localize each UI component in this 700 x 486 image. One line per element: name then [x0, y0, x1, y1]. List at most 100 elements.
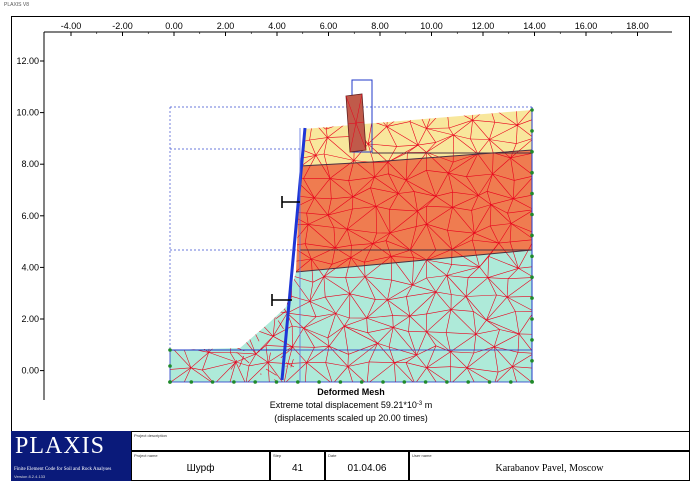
mesh-edge — [232, 309, 257, 319]
mesh-edge — [210, 192, 235, 196]
mesh-edge — [186, 267, 203, 278]
mesh-edge — [201, 263, 214, 278]
mesh-edge — [212, 170, 235, 196]
mesh-edge — [226, 299, 233, 310]
mesh-edge — [268, 170, 290, 175]
mesh-edge — [212, 256, 230, 264]
y-tick-label: 4.00 — [21, 262, 39, 272]
mesh-edge — [409, 110, 417, 122]
mesh-edge — [223, 247, 230, 258]
fixity-node — [530, 233, 534, 238]
mesh-edge — [262, 191, 276, 210]
mesh-edge — [250, 170, 276, 193]
user-name: Karabanov Pavel, Moscow — [495, 463, 604, 474]
mesh-edge — [170, 119, 190, 124]
mesh-edge — [227, 221, 256, 247]
mesh-edge — [224, 169, 235, 196]
mesh-edge — [255, 138, 272, 158]
mesh-edge — [312, 110, 337, 121]
step-value: 41 — [291, 463, 304, 474]
mesh-edge — [202, 139, 211, 158]
mesh-edge — [248, 258, 252, 279]
mesh-edge — [189, 110, 210, 124]
user-label: User name — [412, 453, 432, 458]
mesh-edge — [201, 256, 230, 278]
mesh-edge — [251, 277, 267, 286]
mesh-edge — [229, 256, 249, 259]
mesh-edge — [255, 210, 275, 223]
mesh-edge — [184, 316, 208, 335]
mesh-edge — [223, 163, 225, 170]
mesh-edge — [234, 110, 246, 130]
mesh-edge — [269, 259, 287, 263]
mesh-edge — [255, 246, 270, 261]
mesh-edge — [243, 210, 257, 231]
mesh-edge — [204, 210, 208, 225]
mesh-edge — [251, 277, 274, 295]
mesh-edge — [266, 275, 292, 286]
mesh-edge — [181, 317, 185, 335]
mesh-edge — [268, 119, 277, 141]
fixity-node — [445, 380, 449, 384]
mesh-edge — [269, 245, 291, 261]
fixity-node — [509, 380, 513, 384]
mesh-edge — [255, 138, 269, 141]
mesh-edge — [209, 157, 224, 165]
fixity-node — [466, 380, 471, 384]
mesh-edge — [248, 198, 257, 211]
mesh-edge — [223, 162, 249, 165]
mesh-edge — [205, 245, 230, 258]
mesh-edge — [248, 138, 256, 163]
x-tick-label: 4.00 — [268, 21, 286, 31]
mesh-edge — [273, 294, 288, 314]
fixity-node — [359, 380, 364, 384]
mesh-edge — [233, 325, 245, 328]
mesh-edge — [230, 274, 252, 279]
mesh-edge — [268, 140, 290, 146]
mesh-edge — [223, 163, 252, 171]
displacement-label: Extreme total displacement 59.21*10-3 m — [270, 400, 432, 410]
mesh-edge — [243, 122, 256, 139]
mesh-edge — [170, 222, 195, 247]
mesh-edge — [170, 334, 185, 344]
mesh-edge — [277, 300, 284, 308]
fixity-node — [530, 379, 534, 384]
mesh-edge — [193, 222, 206, 247]
mesh-edge — [170, 222, 194, 229]
project-name-label: Project name — [134, 453, 158, 458]
mesh-edge — [270, 157, 285, 162]
mesh-edge — [226, 204, 228, 223]
mesh-edge — [248, 191, 276, 199]
mesh-edge — [248, 299, 257, 305]
mesh-edge — [243, 110, 246, 123]
mesh-edge — [207, 316, 234, 328]
mesh-edge — [170, 297, 188, 302]
y-tick-label: 6.00 — [21, 211, 39, 221]
deformed-mesh-plot: -4.00 -2.00 0.00 2.00 4.00 6.00 8.00 10.00 12.00… — [16, 21, 672, 423]
mesh-edge — [243, 230, 257, 247]
fixity-node — [381, 380, 385, 384]
mesh-edge — [185, 247, 193, 269]
mesh-edge — [181, 139, 203, 157]
mesh-edge — [202, 117, 205, 140]
mesh-edge — [170, 246, 193, 248]
mesh-edge — [186, 263, 214, 269]
project-name-cell: Project name Шурф — [131, 451, 270, 481]
mesh-edge — [224, 169, 252, 171]
mesh-edge — [231, 138, 256, 143]
mesh-edge — [201, 277, 215, 300]
mesh-edge — [210, 326, 234, 331]
mesh-edge — [226, 293, 249, 301]
mesh-edge — [205, 224, 208, 247]
mesh-edge — [204, 194, 235, 211]
mesh-edge — [268, 110, 277, 120]
mesh-edge — [185, 268, 190, 285]
mesh-edge — [189, 117, 205, 124]
mesh-edge — [207, 316, 211, 331]
mesh-edge — [273, 294, 276, 312]
mesh-edge — [267, 221, 275, 244]
scale-note: (displacements scaled up 20.00 times) — [274, 413, 428, 423]
y-tick-label: 0.00 — [21, 366, 39, 376]
mesh-edge — [255, 242, 268, 247]
mesh-edge — [204, 192, 212, 211]
